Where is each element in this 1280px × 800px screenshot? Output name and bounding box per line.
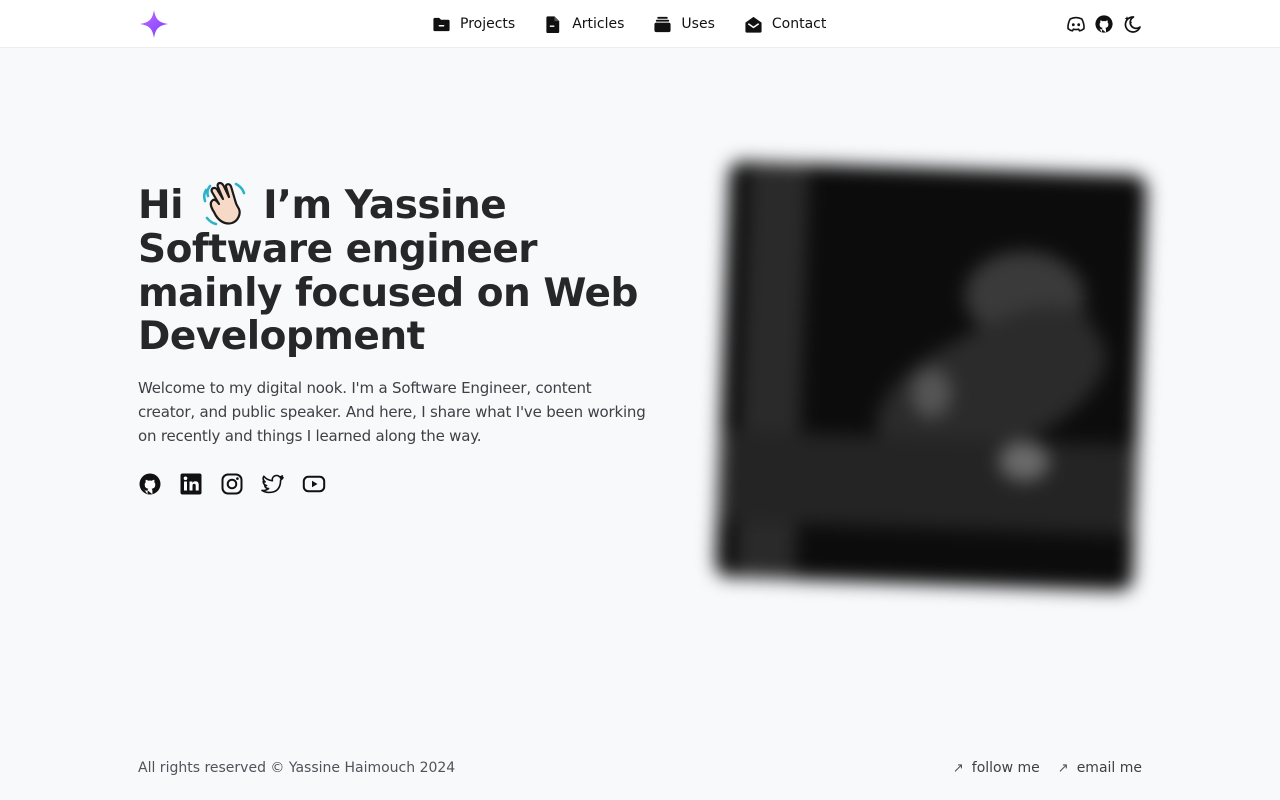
copyright-text: All rights reserved © Yassine Haimouch 2… (138, 760, 456, 776)
follow-me-label: follow me (971, 760, 1040, 776)
github-icon[interactable] (138, 472, 162, 496)
nav-item-uses[interactable]: Uses (653, 15, 715, 34)
arrow-up-right-icon: ↗ (952, 760, 964, 776)
file-icon (546, 15, 560, 33)
waving-hand-icon (202, 181, 246, 226)
linkedin-icon[interactable] (179, 472, 203, 496)
nav-item-contact[interactable]: Contact (744, 15, 826, 34)
mail-open-icon (745, 16, 762, 33)
follow-me-link[interactable]: ↗ follow me (953, 760, 1040, 776)
header-actions (1066, 14, 1142, 34)
folder-icon (433, 17, 450, 31)
top-navbar: Projects Articles Uses Contact (0, 0, 1280, 48)
nav-label-uses: Uses (681, 16, 715, 32)
nav-item-projects[interactable]: Projects (432, 15, 515, 34)
nav-item-articles[interactable]: Articles (544, 15, 624, 34)
hero-name: I’m Yassine (263, 183, 507, 228)
email-me-link[interactable]: ↗ email me (1058, 760, 1142, 776)
hero-title-line-3: mainly focused on Web (138, 270, 638, 316)
logo-sparkle-icon[interactable] (139, 9, 169, 39)
hero-title-line-4: Development (138, 314, 425, 359)
hero-hi: Hi (138, 183, 184, 228)
twitter-icon[interactable] (261, 472, 285, 496)
youtube-icon[interactable] (302, 472, 326, 496)
email-me-label: email me (1076, 760, 1142, 776)
nav-label-projects: Projects (460, 16, 516, 32)
profile-photo (714, 160, 1148, 592)
hero-title-line-2: Software engineer (138, 227, 538, 272)
nav-label-articles: Articles (572, 16, 625, 32)
layers-icon (654, 16, 671, 32)
discord-icon[interactable] (1066, 14, 1086, 34)
instagram-icon[interactable] (220, 472, 244, 496)
github-icon[interactable] (1094, 14, 1114, 34)
hero-intro: Welcome to my digital nook. I'm a Softwa… (138, 379, 646, 445)
social-links (138, 472, 326, 496)
main-nav: Projects Articles Uses Contact (432, 0, 826, 48)
theme-toggle-icon[interactable] (1122, 14, 1142, 34)
hero-title: Hi I’m Yassine Software engineer mainly … (138, 178, 658, 359)
nav-label-contact: Contact (771, 16, 827, 32)
hero-title-line-1: Hi I’m Yassine (138, 178, 658, 228)
arrow-up-right-icon: ↗ (1057, 760, 1069, 776)
footer-links: ↗ follow me ↗ email me (953, 760, 1142, 776)
